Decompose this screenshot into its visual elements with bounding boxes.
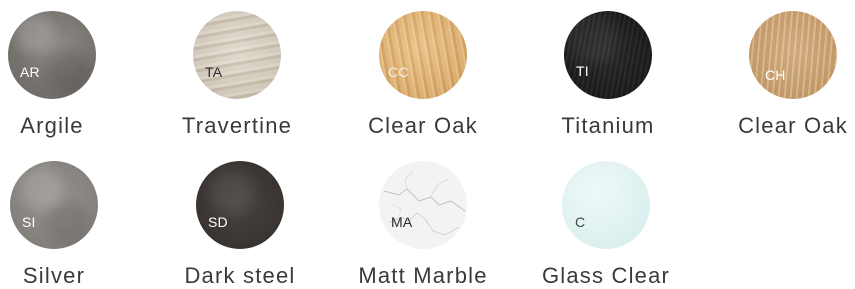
swatch-code: SI bbox=[22, 214, 36, 230]
swatch-code: MA bbox=[391, 214, 413, 230]
swatch-silver[interactable]: SI bbox=[10, 161, 98, 249]
swatch-glass-clear[interactable]: C bbox=[562, 161, 650, 249]
swatch-label-clear-oak-ch: Clear Oak bbox=[738, 113, 848, 138]
swatch-label-clear-oak-cc: Clear Oak bbox=[368, 113, 478, 138]
swatch-matt-marble[interactable]: MA bbox=[379, 161, 467, 249]
swatch-titanium[interactable]: TI bbox=[564, 11, 652, 99]
swatch-code: C bbox=[575, 214, 586, 230]
swatch-code: CC bbox=[388, 64, 409, 80]
swatch-code: TI bbox=[576, 63, 589, 79]
swatch-argile[interactable]: AR bbox=[8, 11, 96, 99]
swatch-label-silver: Silver bbox=[22, 263, 86, 288]
swatch-code: SD bbox=[208, 214, 228, 230]
marble-veins-texture bbox=[383, 170, 466, 236]
swatch-code: AR bbox=[20, 64, 40, 80]
swatch-label-titanium: Titanium bbox=[561, 113, 655, 138]
swatch-code: CH bbox=[765, 67, 786, 83]
swatch-code: TA bbox=[205, 64, 223, 80]
swatch-clear-oak-ch[interactable]: CH bbox=[749, 11, 837, 99]
swatch-label-matt-marble: Matt Marble bbox=[358, 263, 488, 288]
swatch-label-travertine: Travertine bbox=[181, 113, 293, 138]
swatch-label-dark-steel: Dark steel bbox=[184, 263, 296, 288]
swatch-label-argile: Argile bbox=[20, 113, 84, 138]
swatch-label-glass-clear: Glass Clear bbox=[541, 263, 671, 288]
swatch-clear-oak-cc[interactable]: CC bbox=[379, 11, 467, 99]
swatch-travertine[interactable]: TA bbox=[193, 11, 281, 99]
swatch-dark-steel[interactable]: SD bbox=[196, 161, 284, 249]
